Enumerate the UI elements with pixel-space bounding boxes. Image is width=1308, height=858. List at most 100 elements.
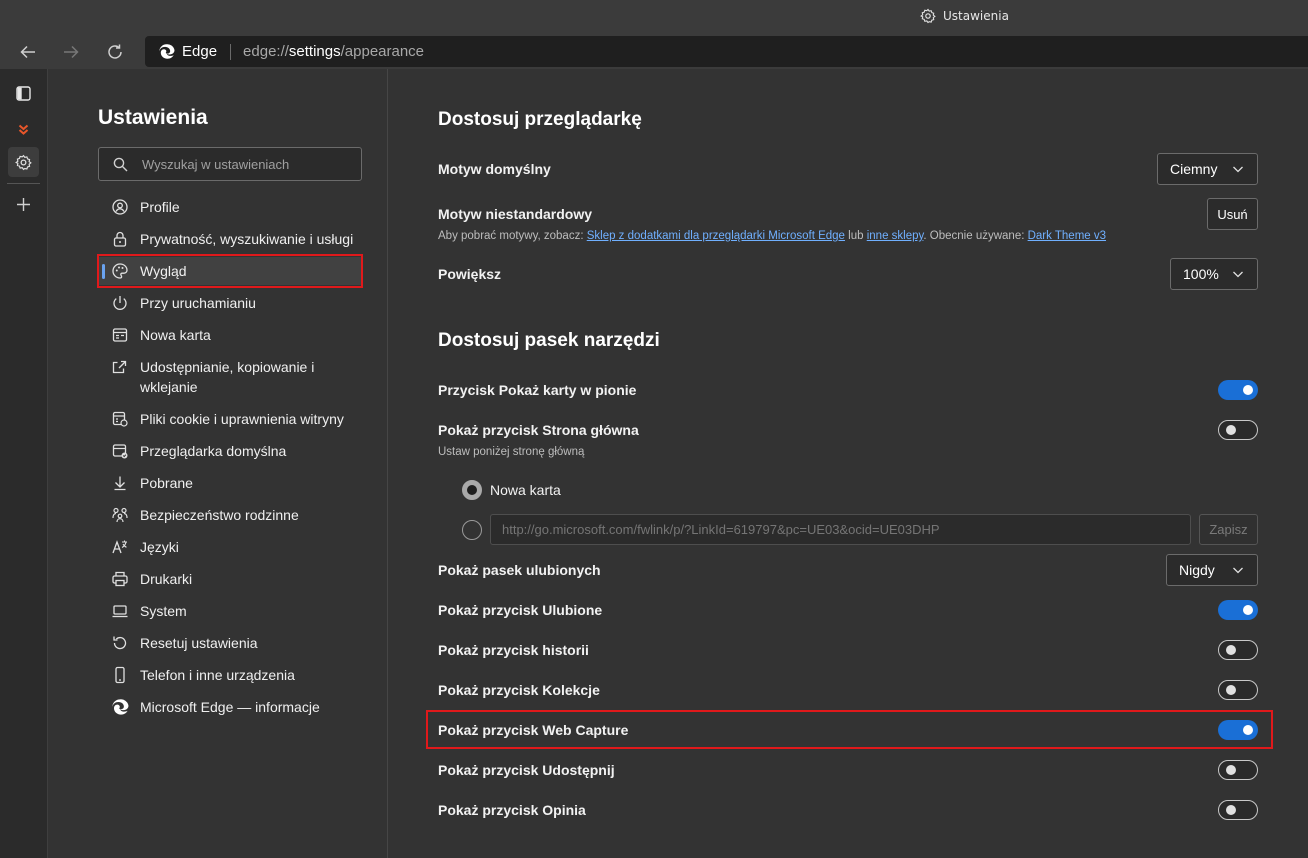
sidebar-item-phone[interactable]: Telefon i inne urządzenia (98, 665, 362, 685)
sidebar-item-privacy[interactable]: Prywatność, wyszukiwanie i usługi (98, 229, 362, 249)
addons-store-link[interactable]: Sklep z dodatkami dla przeglądarki Micro… (587, 230, 845, 242)
gear-icon (15, 154, 32, 170)
favorites-bar-label: Pokaż pasek ulubionych (438, 562, 601, 578)
tab-actions-button[interactable] (8, 78, 39, 108)
sidebar-item-label: Udostępnianie, kopiowanie i wklejanie (140, 359, 315, 395)
custom-theme-label: Motyw niestandardowy (438, 206, 593, 222)
search-icon (113, 157, 128, 171)
sidebar-item-label: Bezpieczeństwo rodzinne (140, 507, 299, 523)
new-tab-button[interactable] (8, 189, 39, 219)
plus-icon (17, 197, 30, 211)
home-new-tab-radio[interactable] (462, 480, 482, 500)
highlight-box-web-capture (426, 710, 1273, 749)
sidebar-item-label: Drukarki (140, 571, 193, 587)
home-new-tab-label: Nowa karta (490, 482, 561, 498)
custom-theme-sub-prefix: Aby pobrać motywy, zobacz: (438, 230, 587, 242)
home-button-toggle[interactable] (1218, 420, 1258, 440)
other-stores-link[interactable]: inne sklepy (867, 230, 924, 242)
favorites-bar-dropdown[interactable]: Nigdy (1166, 554, 1258, 586)
phone-icon (115, 666, 125, 684)
sidebar-title: Ustawienia (98, 106, 208, 129)
collections-button-label: Pokaż przycisk Kolekcje (438, 682, 600, 698)
sidebar-item-label: Nowa karta (140, 327, 211, 343)
share-button-label: Pokaż przycisk Udostępnij (438, 762, 615, 778)
feedback-button-label: Pokaż przycisk Opinia (438, 802, 586, 818)
search-input[interactable] (142, 156, 352, 172)
url-host: settings (288, 43, 341, 60)
share-button-toggle[interactable] (1218, 760, 1258, 780)
feedback-button-toggle[interactable] (1218, 800, 1258, 820)
refresh-button[interactable] (101, 39, 129, 65)
custom-theme-sub-mid2: . Obecnie używane: (923, 230, 1028, 242)
favorites-button-toggle[interactable] (1218, 600, 1258, 620)
sidebar-item-printers[interactable]: Drukarki (98, 569, 362, 589)
home-save-button[interactable]: Zapisz (1199, 514, 1258, 545)
sidebar-item-label: Przeglądarka domyślna (140, 443, 287, 459)
current-theme-link[interactable]: Dark Theme v3 (1028, 230, 1106, 242)
default-theme-dropdown[interactable]: Ciemny (1157, 153, 1258, 185)
arrow-left-icon (20, 45, 35, 59)
sidebar-item-profile[interactable]: Profile (98, 197, 362, 217)
favorites-button-label: Pokaż przycisk Ulubione (438, 602, 603, 618)
settings-search[interactable] (98, 147, 362, 181)
sidebar-item-label: Profile (140, 199, 180, 215)
custom-theme-description: Aby pobrać motywy, zobacz: Sklep z dodat… (438, 230, 1106, 242)
toggle-knob (1226, 645, 1236, 655)
arrow-right-icon (64, 45, 79, 59)
site-label: Edge (182, 43, 218, 60)
zoom-dropdown[interactable]: 100% (1170, 258, 1258, 290)
printer-icon (112, 571, 128, 587)
vertical-tabs-toggle[interactable] (1218, 380, 1258, 400)
sidebar-item-default-browser[interactable]: Przeglądarka domyślna (98, 441, 362, 461)
favorites-bar-value: Nigdy (1179, 562, 1215, 578)
home-url-radio[interactable] (462, 520, 482, 540)
address-bar[interactable]: Edge edge://settings/appearance (145, 36, 1308, 67)
edge-logo-icon (112, 699, 129, 715)
highlight-box-appearance (97, 254, 363, 288)
new-tab-icon (112, 328, 128, 342)
sidebar-item-label: Telefon i inne urządzenia (140, 667, 295, 683)
collections-button-toggle[interactable] (1218, 680, 1258, 700)
toggle-knob (1226, 425, 1236, 435)
sidebar-item-reset[interactable]: Resetuj ustawienia (98, 633, 362, 653)
default-theme-label: Motyw domyślny (438, 161, 551, 177)
reset-icon (113, 636, 127, 650)
sidebar-item-cookies[interactable]: Pliki cookie i uprawnienia witryny (98, 409, 362, 429)
sidebar-item-downloads[interactable]: Pobrane (98, 473, 362, 493)
history-button-toggle[interactable] (1218, 640, 1258, 660)
forward-button[interactable] (57, 39, 85, 65)
vertical-tabs-label: Przycisk Pokaż karty w pionie (438, 382, 637, 398)
tab-pocket[interactable] (8, 114, 39, 144)
zoom-label: Powiększ (438, 266, 502, 282)
toggle-knob (1243, 605, 1253, 615)
download-icon (114, 476, 126, 491)
url-text[interactable]: edge://settings/appearance (243, 43, 424, 60)
sidebar-item-languages[interactable]: Języki (98, 537, 362, 557)
pocket-icon (18, 124, 29, 135)
sidebar-item-label: Pobrane (140, 475, 193, 491)
gear-icon (920, 8, 936, 24)
default-browser-icon (112, 444, 128, 459)
sidebar-item-system[interactable]: System (98, 601, 362, 621)
home-button-description: Ustaw poniżej stronę główną (438, 446, 585, 458)
laptop-icon (112, 605, 128, 618)
toggle-knob (1226, 805, 1236, 815)
sidebar-item-about[interactable]: Microsoft Edge — informacje (98, 697, 362, 717)
tab-settings[interactable] (8, 147, 39, 177)
history-button-label: Pokaż przycisk historii (438, 642, 589, 658)
back-button[interactable] (14, 39, 42, 65)
share-icon (112, 360, 127, 374)
toggle-knob (1226, 685, 1236, 695)
sidebar-item-share-copy-paste[interactable]: Udostępnianie, kopiowanie i wklejanie (98, 357, 318, 397)
custom-theme-sub-mid: lub (844, 230, 867, 242)
power-icon (113, 296, 127, 310)
sidebar-item-startup[interactable]: Przy uruchamianiu (98, 293, 362, 313)
sidebar-item-new-tab[interactable]: Nowa karta (98, 325, 362, 345)
remove-theme-button[interactable]: Usuń (1207, 198, 1258, 230)
sidebar-item-label: Resetuj ustawienia (140, 635, 258, 651)
sidebar-item-family-safety[interactable]: Bezpieczeństwo rodzinne (98, 505, 362, 525)
url-prefix: edge:// (243, 43, 289, 60)
chevron-down-icon (1233, 271, 1243, 278)
home-button-label: Pokaż przycisk Strona główna (438, 422, 639, 438)
home-url-input[interactable] (490, 514, 1191, 545)
